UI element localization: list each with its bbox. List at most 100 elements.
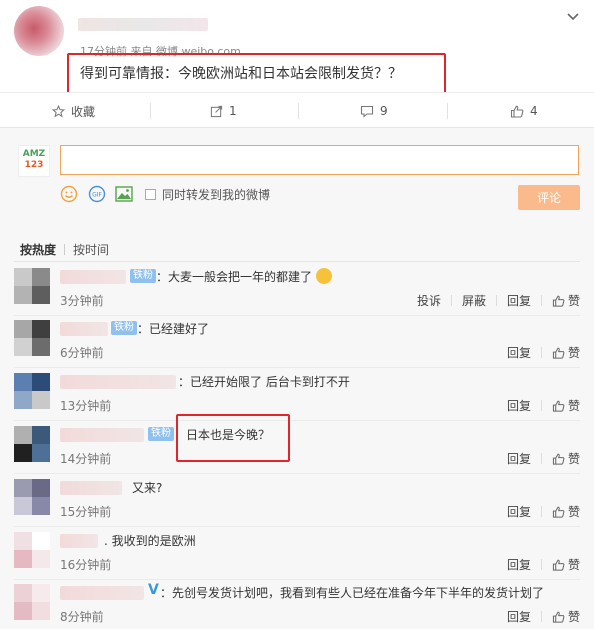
comment-item: ：已经开始限了 后台卡到打不开 13分钟前 回复 赞: [0, 369, 594, 421]
emoji-icon[interactable]: [60, 185, 78, 203]
divider: [14, 473, 580, 474]
repost-button[interactable]: 1: [210, 93, 237, 129]
like-button[interactable]: 4: [510, 93, 538, 129]
like-label: 赞: [567, 558, 580, 572]
reply-button[interactable]: 回复: [507, 556, 531, 573]
reply-button[interactable]: 回复: [507, 450, 531, 467]
thumbs-up-icon: [552, 559, 565, 571]
svg-text:GIF: GIF: [92, 192, 102, 199]
divider: [447, 103, 448, 119]
like-label: 赞: [567, 505, 580, 519]
comment-text: ：先创号发货计划吧，我看到有些人已经在准备今年下半年的发货计划了: [160, 586, 545, 600]
reply-button[interactable]: 回复: [507, 344, 531, 361]
reply-button[interactable]: 回复: [507, 503, 531, 520]
reply-button[interactable]: 回复: [507, 608, 531, 625]
commenter-avatar[interactable]: [14, 268, 50, 304]
composer-toolbar: GIF 同时转发到我的微博: [60, 184, 270, 204]
repost-icon: [210, 105, 223, 117]
verified-mark: V: [148, 582, 159, 598]
divider: [64, 243, 66, 255]
commenter-name[interactable]: [60, 270, 126, 284]
comment-like-button[interactable]: 赞: [552, 556, 580, 573]
commenter-avatar[interactable]: [14, 532, 50, 568]
like-label: 赞: [567, 399, 580, 413]
post-action-bar: 收藏 1 9 4: [0, 92, 594, 128]
comment-area: AMZ 123 GIF 同时转发到我的微博 评论 按热度 按时间 铁粉 ：大麦一…: [0, 128, 594, 629]
report-button[interactable]: 投诉: [417, 292, 441, 309]
commenter-avatar[interactable]: [14, 584, 50, 620]
favorite-button[interactable]: 收藏: [52, 93, 95, 129]
like-label: 赞: [567, 610, 580, 624]
tab-sort-by-time[interactable]: 按时间: [73, 241, 109, 258]
commenter-avatar[interactable]: [14, 373, 50, 409]
tab-sort-by-heat[interactable]: 按热度: [20, 241, 56, 258]
chevron-down-icon[interactable]: [566, 10, 580, 24]
avatar-text-2: 123: [24, 160, 44, 170]
fan-badge: 铁粉: [130, 269, 156, 283]
comment-time: 16分钟前: [60, 558, 112, 572]
repost-count: 1: [229, 104, 237, 118]
thumbs-up-icon: [552, 506, 565, 518]
comment-like-button[interactable]: 赞: [552, 397, 580, 414]
sort-tabs: 按热度 按时间: [20, 240, 109, 258]
comment-actions: 回复 赞: [497, 503, 580, 520]
highlight-box-comment: [176, 414, 290, 462]
comment-actions: 回复 赞: [497, 608, 580, 625]
divider: [14, 261, 580, 262]
comment-text: . 我收到的是欧洲: [104, 534, 196, 548]
thumbs-up-icon: [552, 453, 565, 465]
star-icon: [52, 104, 65, 117]
comment-button[interactable]: 9: [360, 93, 388, 129]
commenter-avatar[interactable]: [14, 479, 50, 515]
commenter-name[interactable]: [60, 586, 144, 600]
comment-item: 铁粉 ：大麦一般会把一年的都建了 3分钟前 投诉 屏蔽 回复 赞: [0, 264, 594, 316]
smile-emoji-icon: [315, 268, 332, 284]
comment-item: 铁粉 ：日本也是今晚？ 14分钟前 回复 赞: [0, 422, 594, 474]
comment-text: ：已经开始限了 后台卡到打不开: [178, 375, 350, 389]
commenter-avatar[interactable]: [14, 426, 50, 462]
comment-like-button[interactable]: 赞: [552, 450, 580, 467]
reply-button[interactable]: 回复: [507, 397, 531, 414]
comment-time: 14分钟前: [60, 452, 112, 466]
commenter-name[interactable]: [60, 428, 144, 442]
comment-input[interactable]: [60, 145, 579, 175]
like-label: 赞: [567, 346, 580, 360]
comment-like-button[interactable]: 赞: [552, 292, 580, 309]
commenter-avatar[interactable]: [14, 320, 50, 356]
divider: [14, 526, 580, 527]
thumbs-up-icon: [552, 295, 565, 307]
divider: [298, 103, 299, 119]
divider: [150, 103, 151, 119]
comment-time: 6分钟前: [60, 346, 104, 360]
author-avatar[interactable]: [14, 6, 64, 56]
like-label: 赞: [567, 452, 580, 466]
commenter-name[interactable]: [60, 534, 98, 548]
commenter-name[interactable]: [60, 322, 108, 336]
like-count: 4: [530, 104, 538, 118]
image-icon[interactable]: [115, 186, 133, 202]
reply-button[interactable]: 回复: [507, 292, 531, 309]
submit-comment-button[interactable]: 评论: [518, 185, 580, 210]
like-label: 赞: [567, 294, 580, 308]
repost-checkbox-label: 同时转发到我的微博: [162, 187, 271, 202]
comment-actions: 投诉 屏蔽 回复 赞: [407, 292, 580, 309]
comment-like-button[interactable]: 赞: [552, 503, 580, 520]
comment-time: 15分钟前: [60, 505, 112, 519]
comment-text: 又来?: [132, 481, 163, 495]
comment-item: 又来? 15分钟前 回复 赞: [0, 475, 594, 527]
comment-actions: 回复 赞: [497, 556, 580, 573]
gif-icon[interactable]: GIF: [88, 185, 106, 203]
commenter-name[interactable]: [60, 375, 176, 389]
divider: [14, 420, 580, 421]
comment-time: 8分钟前: [60, 610, 104, 624]
comment-like-button[interactable]: 赞: [552, 344, 580, 361]
block-button[interactable]: 屏蔽: [462, 292, 486, 309]
favorite-label: 收藏: [71, 104, 96, 119]
comment-like-button[interactable]: 赞: [552, 608, 580, 625]
commenter-name[interactable]: [60, 481, 122, 495]
comment-item: . 我收到的是欧洲 16分钟前 回复 赞: [0, 528, 594, 580]
comment-item: V ：先创号发货计划吧，我看到有些人已经在准备今年下半年的发货计划了 8分钟前 …: [0, 580, 594, 629]
current-user-avatar[interactable]: AMZ 123: [18, 145, 50, 177]
repost-checkbox[interactable]: [145, 188, 156, 200]
author-name[interactable]: [78, 18, 208, 31]
